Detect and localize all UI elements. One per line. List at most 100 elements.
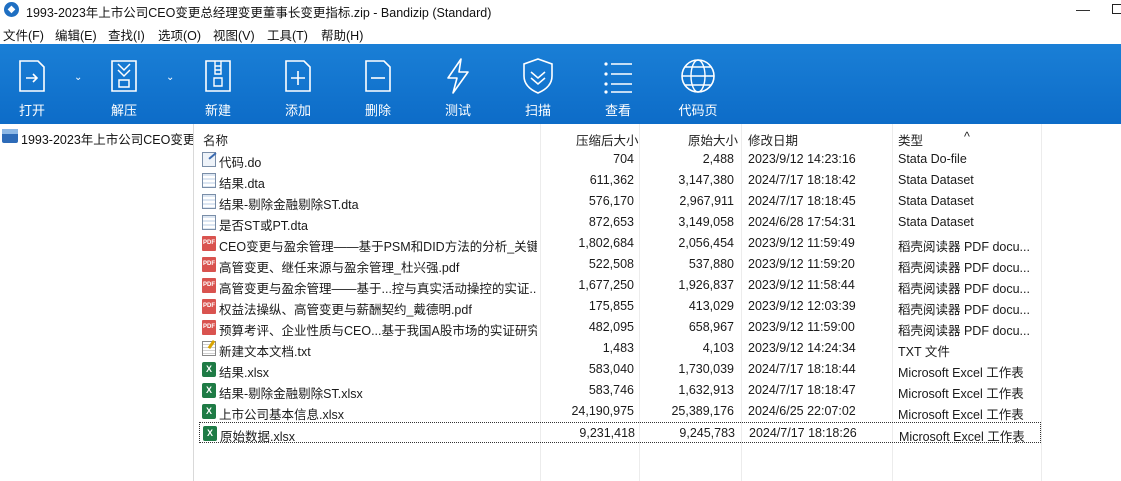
xls-file-icon: X (203, 426, 217, 441)
packed-size: 576,170 (588, 194, 634, 208)
sort-indicator-icon: ^ (964, 130, 970, 144)
codepage-button[interactable]: 代码页 (666, 44, 730, 124)
file-row[interactable]: X 结果-剔除金融剔除ST.xlsx 583,746 1,632,913 2024/7/… (199, 380, 1041, 401)
scan-button[interactable]: 扫描 (506, 44, 570, 124)
tree-item-archive-root[interactable]: 1993-2023年上市公司CEO变更 (0, 126, 193, 147)
file-row[interactable]: X 结果.xlsx 583,040 1,730,039 2024/7/17 18:18:… (199, 359, 1041, 380)
file-type: 稻壳阅读器 PDF docu... (898, 240, 1030, 254)
xls-file-icon: X (202, 383, 216, 398)
chevron-down-icon: ⌄ (74, 72, 83, 83)
original-size: 413,029 (688, 299, 734, 313)
file-row[interactable]: PDF 高管变更与盈余管理——基于...控与真实活动操控的实证... 1,677,2… (199, 275, 1041, 296)
new-archive-icon (205, 60, 231, 92)
add-button[interactable]: 添加 (266, 44, 330, 124)
file-row[interactable]: X 上市公司基本信息.xlsx 24,190,975 25,389,176 2024/6… (199, 401, 1041, 422)
file-name: 高管变更与盈余管理——基于...控与真实活动操控的实证... (219, 282, 537, 296)
view-button[interactable]: 查看 (586, 44, 650, 124)
menu-tools[interactable]: 工具(T) (267, 25, 308, 44)
zip-archive-icon (2, 129, 18, 143)
column-header-type[interactable]: 类型 (898, 130, 923, 149)
file-name: 高管变更、继任来源与盈余管理_杜兴强.pdf (219, 261, 460, 275)
menu-view[interactable]: 视图(V) (213, 25, 255, 44)
packed-size: 522,508 (588, 257, 634, 271)
file-name: 上市公司基本信息.xlsx (219, 408, 345, 422)
xls-file-icon: X (202, 362, 216, 377)
menu-find[interactable]: 查找(I) (108, 25, 145, 44)
maximize-button[interactable] (1097, 0, 1121, 20)
extract-button[interactable]: 解压 (92, 44, 156, 124)
menu-bar: 文件(F) 编辑(E) 查找(I) 选项(O) 视图(V) 工具(T) 帮助(H… (0, 22, 1121, 44)
window-title: 1993-2023年上市公司CEO变更总经理变更董事长变更指标.zip - Ba… (26, 6, 492, 20)
menu-options[interactable]: 选项(O) (158, 25, 201, 44)
title-bar: ◆ 1993-2023年上市公司CEO变更总经理变更董事长变更指标.zip - … (0, 0, 1121, 20)
xls-file-icon: X (202, 404, 216, 419)
original-size: 2,488 (702, 152, 734, 166)
column-header-modified[interactable]: 修改日期 (748, 130, 798, 149)
open-dropdown[interactable]: ⌄ (68, 44, 88, 124)
file-type: 稻壳阅读器 PDF docu... (898, 303, 1030, 317)
file-type: Microsoft Excel 工作表 (898, 408, 1024, 422)
new-archive-button[interactable]: 新建 (186, 44, 250, 124)
original-size: 9,245,783 (679, 426, 735, 440)
file-name: 新建文本文档.txt (219, 345, 311, 359)
test-label: 测试 (444, 103, 471, 118)
file-type: Stata Do-file (898, 152, 967, 166)
pdf-file-icon: PDF (202, 257, 216, 272)
delete-button[interactable]: 删除 (346, 44, 410, 124)
dta-file-icon (202, 173, 216, 188)
column-header-packed-size[interactable]: 压缩后大小 (576, 130, 639, 149)
column-header-name[interactable]: 名称 (203, 130, 228, 149)
menu-help[interactable]: 帮助(H) (321, 25, 363, 44)
toolbar: 打开 ⌄ 解压 ⌄ 新建 添加 删除 测试 扫描 查看 代码页 (0, 44, 1121, 124)
file-row[interactable]: PDF 权益法操纵、高管变更与薪酬契约_戴德明.pdf 175,855 413,029… (199, 296, 1041, 317)
file-row[interactable]: 结果-剔除金融剔除ST.dta 576,170 2,967,911 2024/7/17… (199, 191, 1041, 212)
delete-icon (365, 60, 391, 92)
file-name: 是否ST或PT.dta (219, 219, 308, 233)
original-size: 1,926,837 (678, 278, 734, 292)
file-row[interactable]: PDF 预算考评、企业性质与CEO...基于我国A股市场的实证研究... 482,0… (199, 317, 1041, 338)
modified-date: 2024/7/17 18:18:44 (748, 362, 856, 376)
file-name: CEO变更与盈余管理——基于PSM和DID方法的分析_关键... (219, 240, 537, 254)
pdf-file-icon: PDF (202, 320, 216, 335)
view-icon (604, 62, 632, 94)
test-button[interactable]: 测试 (426, 44, 490, 124)
file-name: 预算考评、企业性质与CEO...基于我国A股市场的实证研究... (219, 324, 537, 338)
packed-size: 611,362 (589, 173, 634, 187)
file-row[interactable]: 新建文本文档.txt 1,483 4,103 2023/9/12 14:24:34 TX… (199, 338, 1041, 359)
maximize-icon (1112, 4, 1121, 14)
file-row[interactable]: X 原始数据.xlsx 9,231,418 9,245,783 2024/7/17 18… (199, 422, 1041, 444)
packed-size: 1,802,684 (578, 236, 634, 250)
file-type: Microsoft Excel 工作表 (898, 366, 1024, 380)
file-row[interactable]: PDF 高管变更、继任来源与盈余管理_杜兴强.pdf 522,508 537,880 2… (199, 254, 1041, 275)
packed-size: 175,855 (588, 299, 634, 313)
packed-size: 583,746 (588, 383, 634, 397)
packed-size: 704 (613, 152, 634, 166)
original-size: 1,632,913 (678, 383, 734, 397)
extract-label: 解压 (110, 103, 137, 118)
file-list: 名称 压缩后大小 原始大小 修改日期 类型 ^ 代码.do 704 2,488 202… (195, 124, 1121, 481)
original-size: 658,967 (688, 320, 734, 334)
bandizip-logo-icon: ◆ (4, 2, 19, 17)
codepage-icon (681, 59, 715, 93)
codepage-label: 代码页 (678, 103, 718, 118)
column-header-original-size[interactable]: 原始大小 (688, 130, 738, 149)
file-row[interactable]: 结果.dta 611,362 3,147,380 2024/7/17 18:18:42… (199, 170, 1041, 191)
menu-file[interactable]: 文件(F) (3, 25, 44, 44)
original-size: 1,730,039 (678, 362, 734, 376)
open-button[interactable]: 打开 (0, 44, 64, 124)
do-file-icon (202, 152, 216, 167)
extract-icon (111, 60, 137, 92)
file-name: 结果.dta (219, 177, 265, 191)
original-size: 4,103 (702, 341, 734, 355)
file-row[interactable]: 是否ST或PT.dta 872,653 3,149,058 2024/6/28 17:… (199, 212, 1041, 233)
file-type: Microsoft Excel 工作表 (898, 387, 1024, 401)
column-divider (1041, 124, 1042, 481)
pdf-file-icon: PDF (202, 299, 216, 314)
extract-dropdown[interactable]: ⌄ (160, 44, 180, 124)
file-row[interactable]: 代码.do 704 2,488 2023/9/12 14:23:16 Stata Do-… (199, 149, 1041, 170)
packed-size: 24,190,975 (571, 404, 634, 418)
menu-edit[interactable]: 编辑(E) (55, 25, 97, 44)
file-row[interactable]: PDF CEO变更与盈余管理——基于PSM和DID方法的分析_关键... 1,802… (199, 233, 1041, 254)
original-size: 25,389,176 (671, 404, 734, 418)
column-header-row: 名称 压缩后大小 原始大小 修改日期 类型 ^ (195, 124, 1121, 148)
